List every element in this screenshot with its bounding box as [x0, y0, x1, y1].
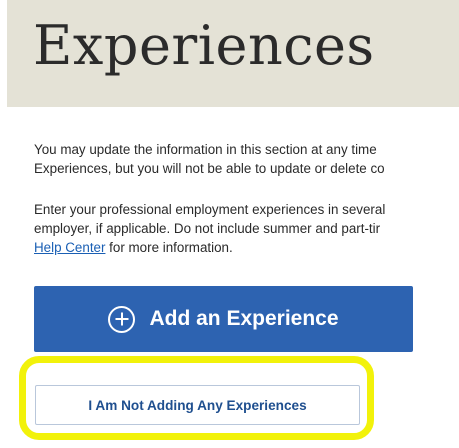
add-experience-label: Add an Experience — [149, 307, 339, 330]
intro-line-1: You may update the information in this s… — [34, 142, 377, 157]
not-adding-experiences-button[interactable]: I Am Not Adding Any Experiences — [35, 385, 360, 425]
add-experience-button[interactable]: Add an Experience — [34, 286, 413, 352]
plus-circle-icon — [108, 305, 136, 333]
not-adding-experiences-label: I Am Not Adding Any Experiences — [88, 397, 307, 413]
instructions-line-2: employer, if applicable. Do not include … — [34, 221, 381, 236]
intro-paragraph: You may update the information in this s… — [34, 140, 385, 178]
intro-line-2: Experiences, but you will not be able to… — [34, 161, 385, 176]
instructions-line-1: Enter your professional employment exper… — [34, 202, 386, 217]
instructions-paragraph: Enter your professional employment exper… — [34, 200, 385, 257]
page-title: Experiences — [33, 14, 375, 77]
help-center-link[interactable]: Help Center — [34, 240, 105, 255]
help-center-suffix: for more information. — [105, 240, 233, 255]
instructions-line-3: Help Center for more information. — [34, 238, 385, 257]
